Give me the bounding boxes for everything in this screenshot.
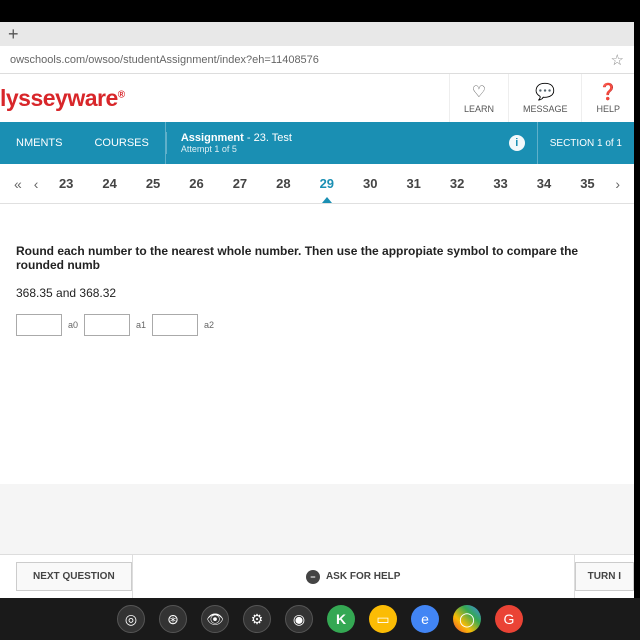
gear-icon[interactable]: ⚙ (243, 605, 271, 633)
q-28[interactable]: 28 (270, 176, 296, 191)
k-app-icon[interactable]: K (327, 605, 355, 633)
answer-input-2[interactable] (152, 314, 198, 336)
g-app-icon[interactable]: G (495, 605, 523, 633)
question-navigator: « ‹ 23 24 25 26 27 28 29 30 31 32 33 34 … (0, 164, 634, 204)
turn-in-button[interactable]: TURN I (575, 562, 634, 591)
q-31[interactable]: 31 (400, 176, 426, 191)
taskbar: ◎ ⊛ 👁 ⚙ ◉ K ▭ e ◯ G (0, 598, 640, 640)
bookmark-star-icon[interactable]: ☆ (611, 51, 624, 69)
answer-label-1: a1 (136, 320, 146, 330)
answer-input-1[interactable] (84, 314, 130, 336)
q-26[interactable]: 26 (183, 176, 209, 191)
next-question-button[interactable]: NEXT QUESTION (16, 562, 132, 591)
tab-assignments[interactable]: NMENTS (0, 122, 78, 164)
app-icon-1[interactable]: ⊛ (159, 605, 187, 633)
info-icon[interactable]: i (509, 135, 525, 151)
logo: lysseyware® (0, 85, 125, 112)
nav-first-icon[interactable]: « (8, 176, 28, 192)
tab-bar: + (0, 22, 634, 46)
q-35[interactable]: 35 (574, 176, 600, 191)
minus-icon: − (306, 570, 320, 584)
message-icon: 💬 (535, 82, 555, 102)
tab-courses[interactable]: COURSES (78, 122, 165, 164)
question-values: 368.35 and 368.32 (16, 286, 618, 300)
url-bar[interactable]: owschools.com/owsoo/studentAssignment/in… (0, 46, 634, 74)
question-numbers: 23 24 25 26 27 28 29 30 31 32 33 34 35 (44, 176, 609, 191)
nav-prev-icon[interactable]: ‹ (28, 176, 45, 192)
q-23[interactable]: 23 (53, 176, 79, 191)
eye-icon[interactable]: 👁 (201, 605, 229, 633)
classroom-icon[interactable]: ▭ (369, 605, 397, 633)
q-33[interactable]: 33 (487, 176, 513, 191)
app-icon-2[interactable]: ◉ (285, 605, 313, 633)
q-25[interactable]: 25 (140, 176, 166, 191)
answer-row: a0 a1 a2 (16, 314, 618, 336)
nav-help[interactable]: ❓ HELP (581, 74, 634, 122)
edge-icon[interactable]: e (411, 605, 439, 633)
q-24[interactable]: 24 (96, 176, 122, 191)
lightbulb-icon: ♡ (472, 82, 486, 102)
section-label[interactable]: SECTION 1 of 1 (537, 122, 634, 164)
launcher-icon[interactable]: ◎ (117, 605, 145, 633)
footer-bar: NEXT QUESTION − ASK FOR HELP TURN I (0, 554, 634, 598)
nav-next-icon[interactable]: › (609, 176, 626, 192)
answer-label-0: a0 (68, 320, 78, 330)
answer-label-2: a2 (204, 320, 214, 330)
answer-input-0[interactable] (16, 314, 62, 336)
nav-message[interactable]: 💬 MESSAGE (508, 74, 582, 122)
question-content: Round each number to the nearest whole n… (0, 204, 634, 484)
url-text: owschools.com/owsoo/studentAssignment/in… (10, 54, 319, 66)
q-29[interactable]: 29 (314, 176, 340, 191)
q-30[interactable]: 30 (357, 176, 383, 191)
question-prompt: Round each number to the nearest whole n… (16, 244, 618, 272)
q-34[interactable]: 34 (531, 176, 557, 191)
q-27[interactable]: 27 (227, 176, 253, 191)
help-icon: ❓ (598, 82, 618, 102)
ask-help-button[interactable]: − ASK FOR HELP (306, 570, 400, 584)
app-header: lysseyware® ♡ LEARN 💬 MESSAGE ❓ HELP (0, 74, 634, 122)
new-tab-button[interactable]: + (8, 24, 19, 45)
assignment-info: Assignment - 23. Test Attempt 1 of 5 (166, 132, 509, 154)
q-32[interactable]: 32 (444, 176, 470, 191)
chrome-icon[interactable]: ◯ (453, 605, 481, 633)
assignment-bar: NMENTS COURSES Assignment - 23. Test Att… (0, 122, 634, 164)
nav-learn[interactable]: ♡ LEARN (449, 74, 508, 122)
